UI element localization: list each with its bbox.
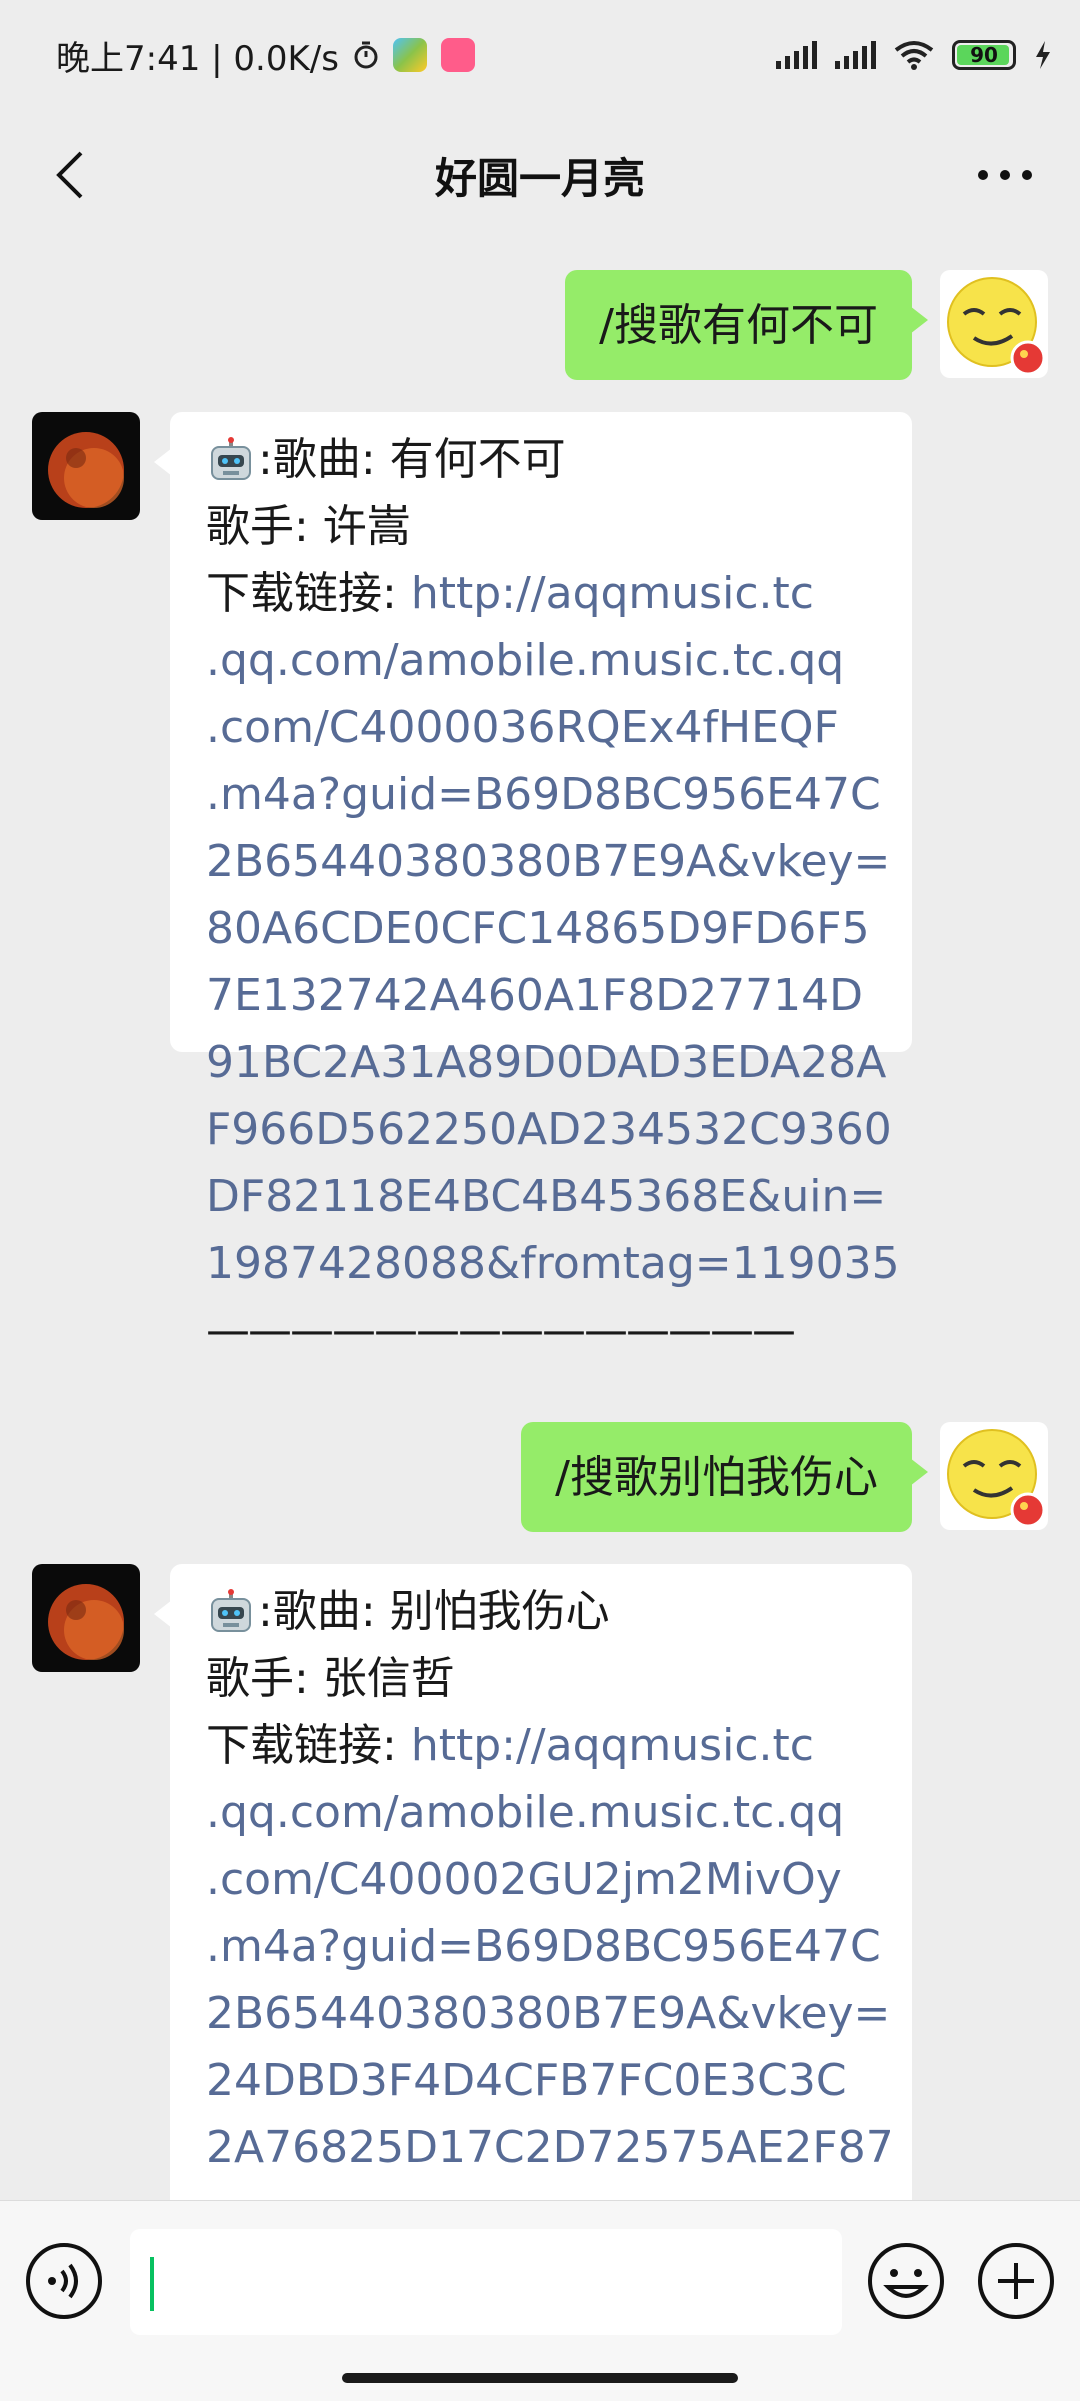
moon-avatar-icon	[32, 412, 140, 520]
chevron-left-icon	[56, 151, 83, 199]
download-link-line[interactable]: 2A76825D17C2D72575AE2F87	[206, 2114, 894, 2181]
charging-icon	[1036, 41, 1050, 69]
robot-icon	[211, 437, 251, 480]
voice-icon	[26, 2243, 102, 2319]
status-right: 90	[776, 40, 1052, 70]
download-link-line[interactable]: 91BC2A31A89D0DAD3EDA28A	[206, 1029, 886, 1096]
more-functions-button[interactable]	[976, 2241, 1056, 2321]
download-link-line[interactable]: .com/C4000036RQEx4fHEQF	[206, 694, 876, 761]
message-text: /搜歌有何不可	[599, 299, 878, 351]
voice-button[interactable]	[24, 2241, 104, 2321]
download-link-line[interactable]: 80A6CDE0CFC14865D9FD6F5	[206, 895, 876, 962]
more-options-button[interactable]	[960, 135, 1050, 215]
download-label: 下载链接:	[206, 1720, 411, 1771]
download-link-line[interactable]: .m4a?guid=B69D8BC956E47C	[206, 761, 881, 828]
download-link-line[interactable]: .qq.com/amobile.music.tc.qq	[206, 627, 876, 694]
download-link-line[interactable]: .com/C400002GU2jm2MivOy	[206, 1846, 876, 1913]
plus-icon	[978, 2243, 1054, 2319]
text-caret	[150, 2257, 154, 2311]
smiley-face-avatar-icon	[940, 1422, 1048, 1530]
song-title: :歌曲: 有何不可	[258, 434, 566, 485]
download-link-line[interactable]: 2B65440380380B7E9A&vkey=	[206, 1980, 890, 2047]
signal-icon	[776, 41, 817, 69]
song-line: :歌曲: 有何不可	[206, 426, 876, 493]
download-link-line[interactable]: 1987428088&fromtag=119035	[206, 1230, 900, 1297]
download-line: 下载链接: http://aqqmusic.tc	[206, 560, 876, 627]
home-indicator[interactable]	[342, 2373, 738, 2383]
status-bar: 晚上7:41 | 0.0K/s 90	[0, 0, 1080, 110]
my-message-bubble[interactable]: /搜歌别怕我伤心	[521, 1422, 928, 1532]
download-link-line[interactable]: .qq.com/amobile.music.tc.qq	[206, 1779, 876, 1846]
page-title: 好圆一月亮	[434, 153, 645, 203]
signal-icon-2	[835, 41, 876, 69]
singer-line: 歌手: 张信哲	[206, 1653, 455, 1704]
timer-icon	[354, 41, 378, 69]
status-left: 晚上7:41 | 0.0K/s	[56, 31, 475, 80]
battery-level: 90	[970, 43, 998, 67]
download-link-line[interactable]: F966D562250AD234532C9360	[206, 1096, 892, 1163]
contact-message-bubble[interactable]: :歌曲: 别怕我伤心 歌手: 张信哲 下载链接: http://aqqmusic…	[154, 1564, 912, 2200]
more-icon	[978, 170, 1032, 180]
my-avatar[interactable]	[940, 270, 1048, 378]
contact-avatar[interactable]	[32, 412, 140, 520]
robot-icon	[211, 1589, 251, 1632]
download-link-line[interactable]: 7E132742A460A1F8D27714D	[206, 962, 876, 1029]
song-line: :歌曲: 别怕我伤心	[206, 1578, 876, 1645]
download-link[interactable]: http://aqqmusic.tc	[411, 1720, 814, 1771]
app-notification-icon-2	[440, 38, 475, 72]
message-input[interactable]	[130, 2229, 842, 2335]
download-link-line[interactable]: .m4a?guid=B69D8BC956E47C	[206, 1913, 881, 1980]
singer-line: 歌手: 许嵩	[206, 501, 411, 552]
input-bar	[0, 2200, 1080, 2401]
contact-message-bubble[interactable]: :歌曲: 有何不可 歌手: 许嵩 下载链接: http://aqqmusic.t…	[154, 412, 912, 1356]
battery-icon: 90	[952, 40, 1016, 70]
download-link[interactable]: http://aqqmusic.tc	[411, 568, 814, 619]
my-avatar[interactable]	[940, 1422, 1048, 1530]
status-time: 晚上7:41 | 0.0K/s	[56, 38, 339, 79]
download-link-line[interactable]: DF82118E4BC4B45368E&uin=	[206, 1163, 886, 1230]
separator-line: ——————————————	[206, 1305, 796, 1356]
emoji-icon	[868, 2243, 944, 2319]
chat-header: 好圆一月亮	[0, 110, 1080, 240]
back-button[interactable]	[30, 135, 110, 215]
wifi-icon	[894, 41, 934, 70]
download-label: 下载链接:	[206, 568, 411, 619]
contact-avatar[interactable]	[32, 1564, 140, 1672]
download-link-line[interactable]: 24DBD3F4D4CFB7FC0E3C3C	[206, 2047, 876, 2114]
message-text: /搜歌别怕我伤心	[555, 1451, 878, 1503]
emoji-button[interactable]	[866, 2241, 946, 2321]
download-line: 下载链接: http://aqqmusic.tc	[206, 1712, 876, 1779]
message-list[interactable]: /搜歌有何不可 :歌曲: 有何不可 歌手: 许嵩 下载链接: http://aq…	[0, 240, 1080, 2200]
moon-avatar-icon	[32, 1564, 140, 1672]
download-link-line[interactable]: 2B65440380380B7E9A&vkey=	[206, 828, 890, 895]
smiley-face-avatar-icon	[940, 270, 1048, 378]
app-notification-icon	[392, 38, 427, 72]
my-message-bubble[interactable]: /搜歌有何不可	[565, 270, 928, 380]
song-title: :歌曲: 别怕我伤心	[258, 1586, 610, 1637]
